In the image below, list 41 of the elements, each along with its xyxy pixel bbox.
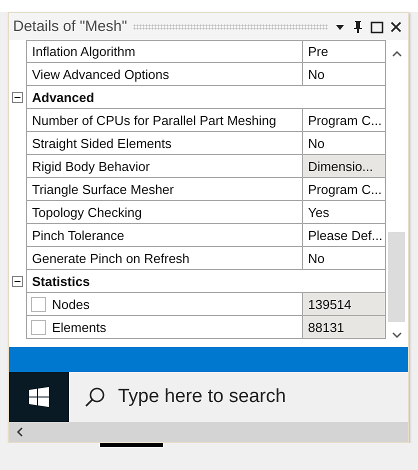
- scroll-thumb[interactable]: [388, 232, 405, 322]
- property-name[interactable]: Pinch Tolerance: [26, 224, 303, 247]
- property-name[interactable]: Triangle Surface Mesher: [26, 178, 303, 201]
- property-value[interactable]: No: [303, 247, 386, 270]
- close-icon[interactable]: [390, 20, 402, 32]
- property-value[interactable]: 88131: [303, 316, 386, 339]
- scroll-down-icon[interactable]: [392, 332, 402, 339]
- property-value[interactable]: Dimensio...: [303, 155, 386, 178]
- start-button[interactable]: [9, 372, 69, 422]
- property-name[interactable]: Inflation Algorithm: [26, 40, 303, 63]
- property-name[interactable]: Generate Pinch on Refresh: [26, 247, 303, 270]
- horizontal-scrollbar[interactable]: [9, 422, 408, 442]
- maximize-icon[interactable]: [370, 20, 384, 34]
- property-value[interactable]: 139514: [303, 293, 386, 316]
- search-input[interactable]: Type here to search: [118, 386, 378, 408]
- search-icon: [84, 386, 106, 408]
- property-name[interactable]: Topology Checking: [26, 201, 303, 224]
- property-value[interactable]: Please Def...: [303, 224, 386, 247]
- property-name[interactable]: Rigid Body Behavior: [26, 155, 303, 178]
- property-value[interactable]: No: [303, 63, 386, 86]
- section-header[interactable]: Advanced: [26, 86, 386, 109]
- property-name[interactable]: Straight Sided Elements: [26, 132, 303, 155]
- property-value[interactable]: Pre: [303, 40, 386, 63]
- search-field[interactable]: Type here to search: [69, 372, 408, 422]
- collapse-icon[interactable]: [12, 276, 23, 287]
- windows-icon: [29, 387, 49, 407]
- checkbox[interactable]: [31, 320, 46, 334]
- property-name: Elements: [52, 320, 106, 334]
- panel-title: Details of "Mesh": [13, 18, 128, 35]
- property-value[interactable]: Yes: [303, 201, 386, 224]
- grip-handle[interactable]: [133, 24, 328, 30]
- collapse-icon[interactable]: [12, 92, 23, 103]
- scroll-left-icon[interactable]: [16, 427, 23, 437]
- property-value[interactable]: Program C...: [303, 109, 386, 132]
- pin-icon[interactable]: [352, 20, 364, 34]
- property-name: Nodes: [52, 296, 90, 312]
- checkbox[interactable]: [31, 296, 46, 312]
- scroll-up-icon[interactable]: [392, 50, 402, 57]
- property-name[interactable]: Number of CPUs for Parallel Part Meshing: [26, 109, 303, 132]
- property-value[interactable]: Program C...: [303, 178, 386, 201]
- property-name[interactable]: View Advanced Options: [26, 63, 303, 86]
